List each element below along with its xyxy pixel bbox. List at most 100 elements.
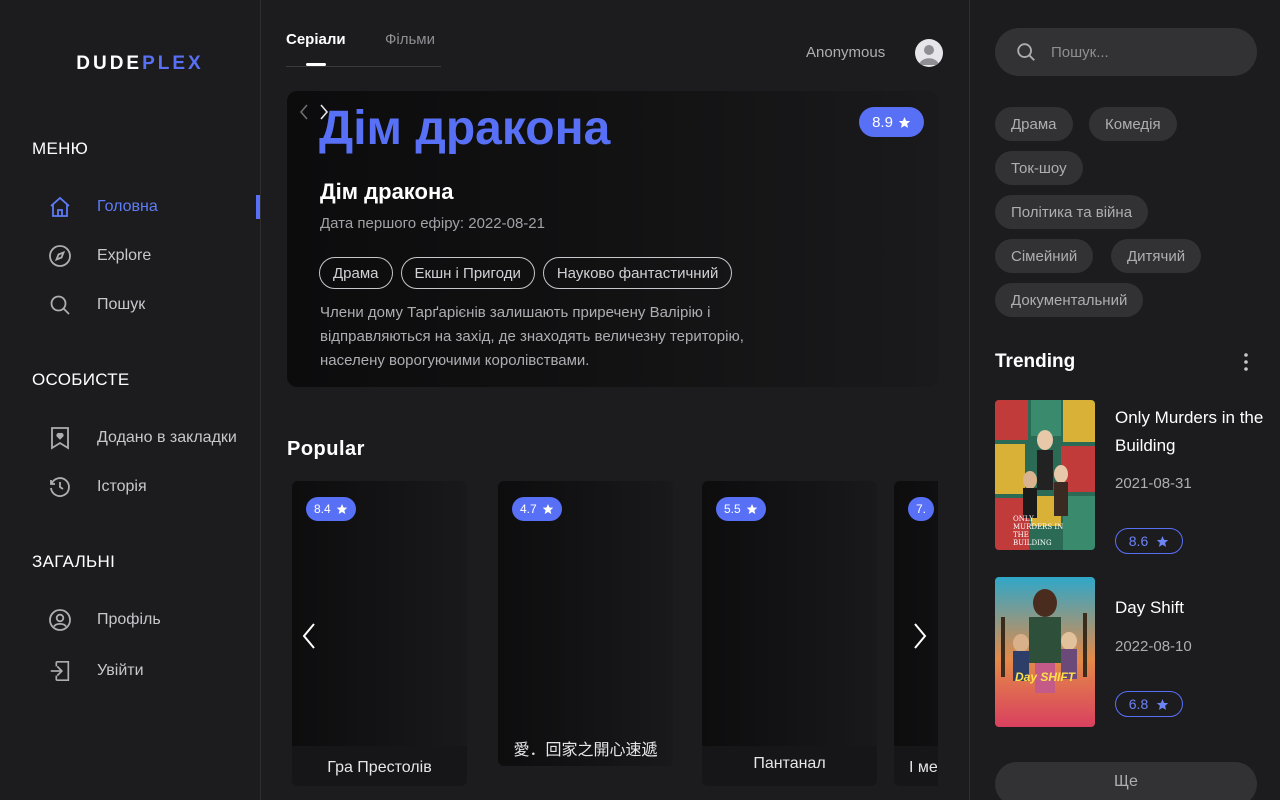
trending-item[interactable]: ONLY MURDERS IN THE BUILDING Only Murder… xyxy=(995,400,1265,554)
card-title: 愛．回家之開心速遞 xyxy=(513,742,658,759)
card-rating-badge: 4.7 xyxy=(512,497,562,521)
star-icon xyxy=(1157,535,1169,547)
chevron-right-icon xyxy=(914,623,927,649)
card-title: Гра Престолів xyxy=(327,759,432,776)
genre-pill[interactable]: Науково фантастичний xyxy=(542,257,733,289)
sidebar-item-label: Пошук xyxy=(97,296,146,313)
rating-value: 5.5 xyxy=(724,502,741,516)
rating-value: 8.9 xyxy=(872,113,893,131)
trending-poster-caption: ONLY MURDERS IN THE BUILDING xyxy=(1013,515,1064,547)
active-indicator xyxy=(256,195,260,219)
carousel-prev-button[interactable] xyxy=(299,622,319,650)
content-tabs: Серіали Фільми xyxy=(286,31,441,67)
compass-icon xyxy=(48,244,72,268)
trending-date: 2021-08-31 xyxy=(1115,475,1192,492)
hero-genre-list: Драма Екшн і Пригоди Науково фантастични… xyxy=(319,257,733,289)
more-vertical-icon[interactable] xyxy=(1238,352,1254,372)
trending-poster: ONLY MURDERS IN THE BUILDING xyxy=(995,400,1095,550)
search-icon xyxy=(48,293,72,317)
star-icon xyxy=(542,504,553,514)
show-card[interactable]: 5.5 Пантанал xyxy=(702,481,877,786)
rating-value: 4.7 xyxy=(520,502,537,516)
chevron-left-icon[interactable] xyxy=(297,103,311,121)
logo-part-2: PLEX xyxy=(142,53,204,74)
hero-title: Дім дракона xyxy=(320,179,454,204)
trending-rating-badge: 8.6 xyxy=(1115,528,1183,554)
trending-more-button[interactable]: Ще xyxy=(995,762,1257,800)
tab-movies[interactable]: Фільми xyxy=(385,31,435,48)
sidebar-item-label: Explore xyxy=(97,247,152,264)
genre-chip[interactable]: Політика та війна xyxy=(995,195,1149,229)
general-section-title: ЗАГАЛЬНІ xyxy=(32,552,116,571)
chevron-right-icon[interactable] xyxy=(317,103,331,121)
trending-date: 2022-08-10 xyxy=(1115,638,1192,655)
star-icon xyxy=(898,116,911,128)
genre-chip[interactable]: Драма xyxy=(995,107,1073,141)
search-icon xyxy=(1017,43,1035,61)
user-name[interactable]: Anonymous xyxy=(806,44,885,61)
sidebar-item-explore[interactable]: Explore xyxy=(48,242,261,270)
card-rating-badge: 8.4 xyxy=(306,497,356,521)
bookmark-icon xyxy=(48,426,72,450)
genre-chip[interactable]: Комедія xyxy=(1089,107,1177,141)
hero-banner[interactable]: Дім дракона 8.9 Дім дракона Дата першого… xyxy=(287,91,938,387)
sidebar-item-bookmarks[interactable]: Додано в закладки xyxy=(48,424,261,452)
card-title: І ме xyxy=(909,759,938,776)
popular-carousel: 8.4 Гра Престолів 4.7 愛．回家之開心速遞 5.5 Пант… xyxy=(287,481,938,800)
home-icon xyxy=(48,195,72,219)
search-box[interactable] xyxy=(995,28,1257,76)
trending-title: Trending xyxy=(995,351,1076,372)
main-content: Серіали Фільми Anonymous Дім дракона 8.9 xyxy=(261,0,969,800)
star-icon xyxy=(1157,698,1169,710)
genre-chip[interactable]: Дитячий xyxy=(1111,239,1202,273)
trending-poster-caption: Day SHIFT xyxy=(1015,670,1076,684)
genre-chip[interactable]: Документальний xyxy=(995,283,1144,317)
right-panel: Драма Комедія Ток-шоу Політика та війна … xyxy=(969,0,1280,800)
trending-name: Only Murders in the Building xyxy=(1115,408,1264,455)
sidebar: DUDEPLEX МЕНЮ Головна Explore Пошук ОСОБ… xyxy=(0,0,261,800)
sidebar-item-home[interactable]: Головна xyxy=(48,193,261,221)
star-icon xyxy=(746,504,757,514)
logo[interactable]: DUDEPLEX xyxy=(0,53,280,75)
sidebar-item-label: Головна xyxy=(97,198,158,215)
hero-air-date: Дата першого ефіру: 2022-08-21 xyxy=(320,215,545,232)
card-poster xyxy=(498,481,673,766)
trending-poster: Day SHIFT xyxy=(995,577,1095,727)
search-input[interactable] xyxy=(1051,43,1241,61)
tab-indicator xyxy=(306,63,326,66)
genre-chip[interactable]: Сімейний xyxy=(995,239,1094,273)
carousel-next-button[interactable] xyxy=(910,622,930,650)
sidebar-item-label: Профіль xyxy=(97,611,161,628)
tab-series[interactable]: Серіали xyxy=(286,31,346,48)
sidebar-item-label: Історія xyxy=(97,478,147,495)
trending-rating-badge: 6.8 xyxy=(1115,691,1183,717)
rating-value: 8.6 xyxy=(1128,533,1149,549)
hero-nav xyxy=(297,103,331,121)
sidebar-item-label: Додано в закладки xyxy=(97,429,237,446)
card-title: Пантанал xyxy=(753,755,826,772)
sidebar-item-login[interactable]: Увійти xyxy=(48,657,261,685)
rating-value: 8.4 xyxy=(314,502,331,516)
card-rating-badge: 5.5 xyxy=(716,497,766,521)
genre-pill[interactable]: Драма xyxy=(319,257,393,289)
genre-chip[interactable]: Ток-шоу xyxy=(995,151,1083,185)
show-card[interactable]: 4.7 愛．回家之開心速遞 xyxy=(498,481,673,766)
sidebar-item-search[interactable]: Пошук xyxy=(48,291,261,319)
trending-name: Day Shift xyxy=(1115,598,1184,617)
card-poster xyxy=(894,481,938,746)
rating-value: 6.8 xyxy=(1128,696,1149,712)
rating-value: 7. xyxy=(916,502,927,516)
sidebar-item-history[interactable]: Історія xyxy=(48,473,261,501)
logo-part-1: DUDE xyxy=(76,53,143,74)
history-icon xyxy=(48,475,72,499)
chevron-left-icon xyxy=(302,623,315,649)
sidebar-item-profile[interactable]: Профіль xyxy=(48,606,261,634)
card-rating-badge: 7. xyxy=(908,497,935,521)
hero-description: Члени дому Тарґарієнів залишають прирече… xyxy=(320,304,744,369)
trending-item[interactable]: Day SHIFT Day Shift 2022-08-10 6.8 xyxy=(995,577,1265,727)
avatar[interactable] xyxy=(915,39,943,67)
popular-section-title: Popular xyxy=(287,438,365,460)
hero-rating-badge: 8.9 xyxy=(859,107,924,137)
genre-pill[interactable]: Екшн і Пригоди xyxy=(400,257,535,289)
profile-icon xyxy=(48,608,72,632)
